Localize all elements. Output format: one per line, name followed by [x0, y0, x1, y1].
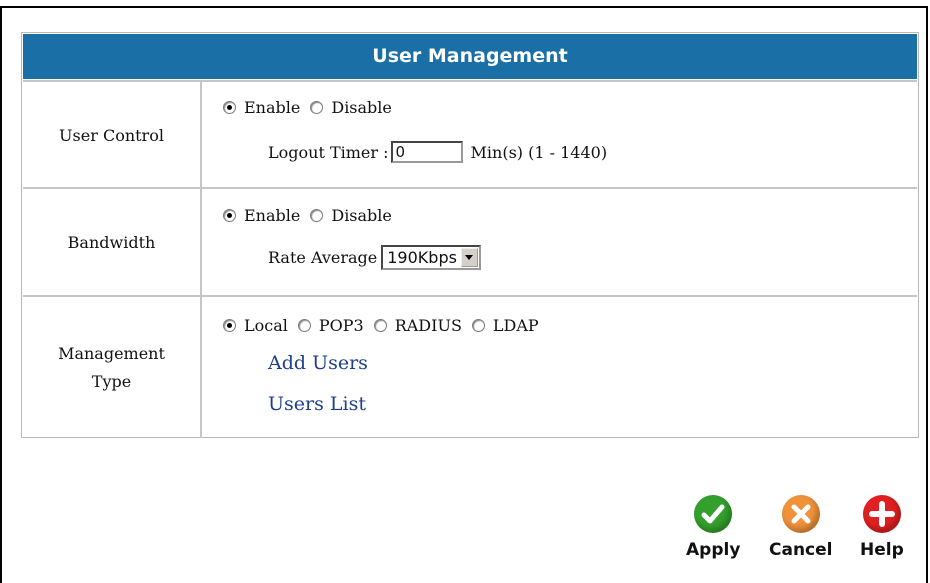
rate-average-value: 190Kbps: [387, 248, 457, 267]
rate-average-select[interactable]: 190Kbps: [381, 245, 481, 270]
management-ldap-radio[interactable]: [471, 319, 485, 332]
panel-title: User Management: [23, 34, 917, 79]
management-radius-radio[interactable]: [373, 319, 387, 332]
user-management-panel: User Management User Control Enable Disa…: [21, 32, 919, 438]
bandwidth-disable-radio[interactable]: [310, 209, 324, 222]
management-local-radio[interactable]: [223, 319, 236, 332]
cancel-button[interactable]: Cancel: [769, 495, 832, 560]
user-control-content: Enable Disable Logout Timer : 0 Min(s) (…: [202, 82, 917, 189]
plus-icon: [862, 495, 901, 533]
logout-timer-label: Logout Timer :: [268, 142, 389, 162]
management-type-label-line2: Type: [91, 371, 132, 391]
action-bar: Apply Cancel Help: [0, 495, 930, 583]
user-control-disable-radio[interactable]: [310, 101, 324, 114]
rate-average-label: Rate Average: [268, 248, 378, 267]
apply-button[interactable]: Apply: [686, 495, 740, 560]
management-type-row: Management Type Local POP3 RADIUS LDAP A…: [23, 295, 917, 438]
bandwidth-label: Bandwidth: [23, 189, 202, 297]
close-icon: [781, 495, 820, 533]
user-control-enable-radio[interactable]: [223, 101, 236, 114]
user-control-row: User Control Enable Disable Logout Timer…: [23, 80, 917, 189]
chevron-down-icon[interactable]: [460, 248, 478, 267]
user-control-enable-label: Enable: [244, 98, 301, 117]
management-type-label-line1: Management: [58, 343, 165, 363]
management-ldap-label: LDAP: [492, 316, 539, 335]
management-type-content: Local POP3 RADIUS LDAP Add Users Users L…: [202, 297, 917, 438]
bandwidth-disable-label: Disable: [331, 206, 392, 225]
users-list-link[interactable]: Users List: [268, 393, 366, 415]
bandwidth-enable-radio[interactable]: [223, 209, 236, 222]
bandwidth-enable-label: Enable: [244, 206, 301, 225]
user-control-disable-label: Disable: [331, 98, 392, 117]
add-users-link[interactable]: Add Users: [268, 352, 368, 374]
user-control-label: User Control: [23, 82, 202, 189]
management-type-label: Management Type: [23, 297, 202, 438]
bandwidth-content: Enable Disable Rate Average 190Kbps: [202, 189, 917, 297]
management-radius-label: RADIUS: [394, 316, 462, 335]
management-pop3-label: POP3: [318, 316, 364, 335]
management-pop3-radio[interactable]: [297, 319, 311, 332]
help-button[interactable]: Help: [860, 495, 904, 560]
logout-timer-input[interactable]: 0: [390, 141, 463, 163]
logout-timer-unit: Min(s) (1 - 1440): [470, 142, 608, 162]
cancel-label: Cancel: [769, 540, 833, 560]
apply-label: Apply: [686, 540, 741, 560]
checkmark-icon: [694, 495, 733, 533]
bandwidth-row: Bandwidth Enable Disable Rate Average 19…: [23, 187, 917, 297]
help-label: Help: [860, 540, 904, 560]
management-local-label: Local: [244, 316, 288, 335]
